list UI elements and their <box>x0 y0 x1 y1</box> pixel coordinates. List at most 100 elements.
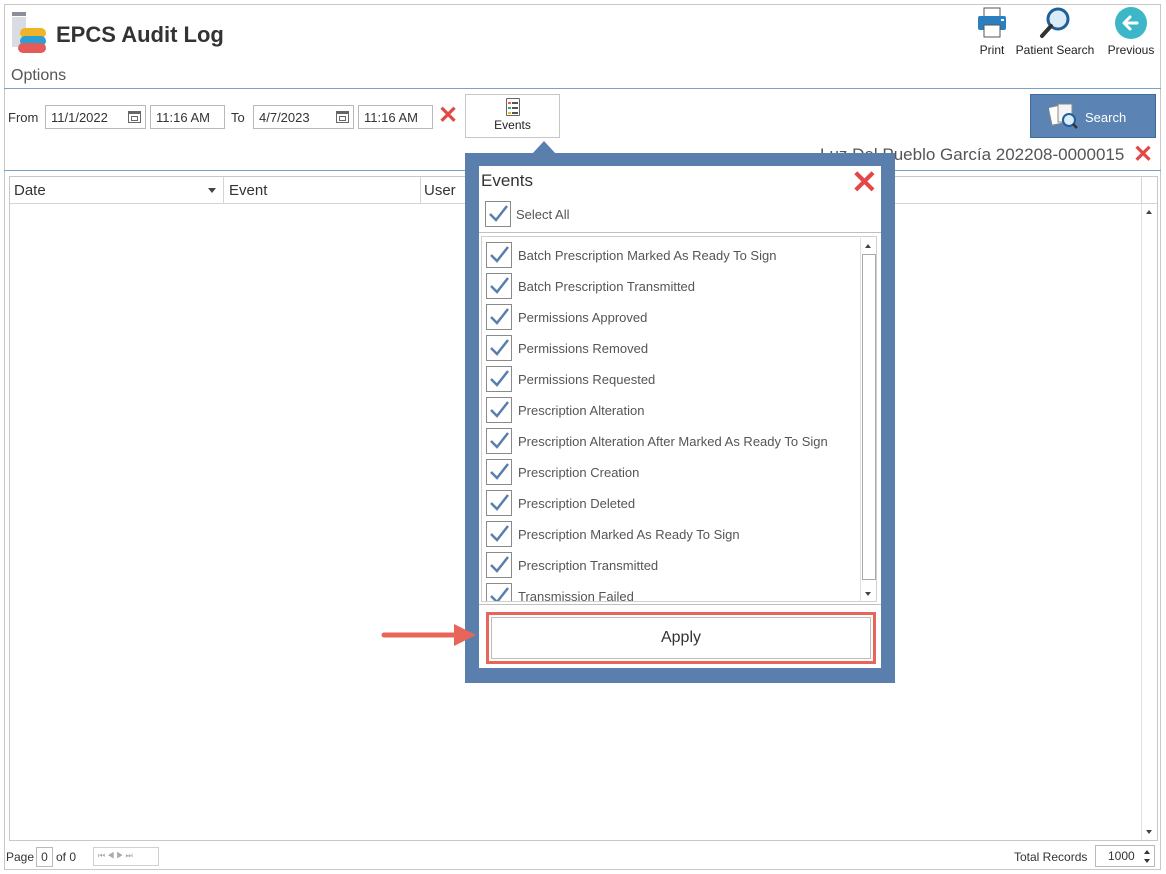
calendar-icon[interactable] <box>128 111 141 123</box>
select-all-label: Select All <box>516 207 570 222</box>
apply-button[interactable]: Apply <box>486 612 876 664</box>
event-item-label: Prescription Marked As Ready To Sign <box>518 527 740 542</box>
event-checkbox[interactable] <box>486 366 512 392</box>
to-time-field[interactable]: 11:16 AM <box>358 105 433 129</box>
from-time-field[interactable]: 11:16 AM <box>150 105 225 129</box>
calendar-icon[interactable] <box>336 111 349 123</box>
previous-label: Previous <box>1107 43 1155 57</box>
event-item-label: Permissions Removed <box>518 341 649 356</box>
select-all-checkbox[interactable] <box>485 201 511 227</box>
event-checkbox[interactable] <box>486 428 512 454</box>
spin-up-icon[interactable] <box>1144 850 1150 854</box>
page-input[interactable]: 0 <box>36 847 53 867</box>
event-item-label: Transmission Failed <box>518 589 634 602</box>
to-date-field[interactable]: 4/7/2023 <box>253 105 354 129</box>
scroll-thumb[interactable] <box>862 254 876 580</box>
search-label: Search <box>1085 110 1127 125</box>
checklist-icon <box>505 98 520 116</box>
events-popup-body: Events ✕ Select All Batch Prescription M… <box>479 166 881 668</box>
events-label: Events <box>494 118 531 132</box>
event-checkbox[interactable] <box>486 273 512 299</box>
total-records-label: Total Records <box>1014 850 1088 864</box>
column-user[interactable]: User <box>424 182 456 199</box>
apply-button-border <box>491 617 871 659</box>
patient-search-button[interactable]: Patient Search <box>1014 6 1096 62</box>
from-date-value: 11/1/2022 <box>51 110 108 125</box>
checkmark-icon <box>490 370 509 387</box>
event-checkbox[interactable] <box>486 242 512 268</box>
from-time-value: 11:16 AM <box>156 110 210 125</box>
options-label: Options <box>11 67 67 84</box>
checkmark-icon <box>490 339 509 356</box>
magnifier-icon <box>1040 7 1070 38</box>
event-checkbox[interactable] <box>486 397 512 423</box>
event-checkbox[interactable] <box>486 521 512 547</box>
page-count-label: of 0 <box>56 850 77 864</box>
events-popup: Events ✕ Select All Batch Prescription M… <box>465 153 895 683</box>
scroll-up-icon[interactable] <box>1146 210 1152 214</box>
checkmark-icon <box>490 246 509 263</box>
event-item-label: Permissions Requested <box>518 372 656 387</box>
event-item-label: Prescription Alteration <box>518 403 645 418</box>
scroll-down-icon[interactable] <box>1146 830 1152 834</box>
event-checkbox[interactable] <box>486 459 512 485</box>
clear-dates-icon[interactable]: ✕ <box>438 104 458 128</box>
sort-down-icon[interactable] <box>208 188 216 193</box>
events-button[interactable]: Events <box>465 94 560 138</box>
event-checkbox[interactable] <box>486 583 512 601</box>
column-divider <box>223 177 224 203</box>
print-label: Print <box>979 43 1005 57</box>
divider <box>479 232 881 233</box>
to-label: To <box>231 110 245 125</box>
app-logo-icon <box>12 12 46 53</box>
print-button[interactable]: Print <box>972 6 1012 62</box>
event-item-label: Prescription Transmitted <box>518 558 659 573</box>
event-checkbox[interactable] <box>486 304 512 330</box>
search-button[interactable]: Search <box>1030 94 1156 138</box>
search-docs-icon <box>1049 103 1078 129</box>
column-date[interactable]: Date <box>14 182 46 199</box>
event-checkbox[interactable] <box>486 490 512 516</box>
total-records-value: 1000 <box>1108 849 1135 863</box>
column-event[interactable]: Event <box>229 182 267 199</box>
checkmark-icon <box>490 308 509 325</box>
events-list-scrollbar[interactable] <box>860 238 876 601</box>
event-item-label: Batch Prescription Transmitted <box>518 279 696 294</box>
checkmark-icon <box>490 432 509 449</box>
clear-patient-icon[interactable]: ✕ <box>1133 143 1153 167</box>
event-item-label: Batch Prescription Marked As Ready To Si… <box>518 248 777 263</box>
page-label: Page <box>6 850 35 864</box>
pager-buttons[interactable]: ⏮◀▶⏭ <box>93 847 159 866</box>
checkmark-icon <box>490 401 509 418</box>
header-divider <box>4 88 1161 89</box>
checkmark-icon <box>490 277 509 294</box>
previous-button[interactable]: Previous <box>1104 6 1158 62</box>
column-divider <box>1141 177 1142 203</box>
event-item-label: Permissions Approved <box>518 310 648 325</box>
close-icon[interactable]: ✕ <box>851 166 878 198</box>
event-checkbox[interactable] <box>486 552 512 578</box>
checkmark-icon <box>490 494 509 511</box>
event-item-label: Prescription Alteration After Marked As … <box>518 434 828 449</box>
from-label: From <box>8 110 39 125</box>
checkmark-icon <box>490 556 509 573</box>
page-title: EPCS Audit Log <box>56 22 224 47</box>
event-item-label: Prescription Creation <box>518 465 640 480</box>
patient-search-label: Patient Search <box>1015 43 1095 57</box>
total-records-spinner[interactable]: 1000 <box>1095 845 1155 867</box>
to-date-value: 4/7/2023 <box>259 110 310 125</box>
event-item-label: Prescription Deleted <box>518 496 636 511</box>
events-list: Batch Prescription Marked As Ready To Si… <box>481 236 877 602</box>
scroll-up-icon[interactable] <box>865 244 871 248</box>
grid-footer: Page 0 of 0 ⏮◀▶⏭ Total Records 1000 <box>4 843 1161 869</box>
scroll-down-icon[interactable] <box>865 592 871 596</box>
checkmark-icon <box>490 587 509 601</box>
spin-down-icon[interactable] <box>1144 859 1150 863</box>
from-date-field[interactable]: 11/1/2022 <box>45 105 146 129</box>
checkmark-icon <box>490 525 509 542</box>
checkmark-icon <box>489 205 508 222</box>
event-checkbox[interactable] <box>486 335 512 361</box>
grid-scrollbar[interactable] <box>1141 204 1157 840</box>
checkmark-icon <box>490 463 509 480</box>
events-popup-title: Events <box>481 171 533 190</box>
